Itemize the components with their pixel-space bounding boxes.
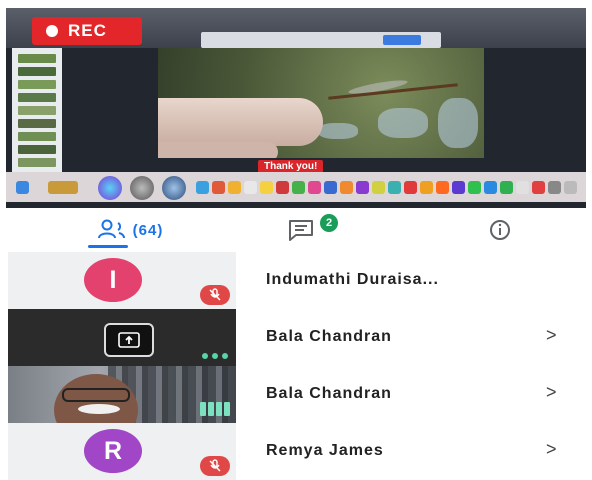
chevron-right-icon[interactable]: >: [546, 382, 557, 403]
record-dot-icon: [46, 25, 58, 37]
participant-tile: R: [8, 423, 236, 480]
participant-row[interactable]: I Indumathi Duraisa...: [0, 252, 592, 309]
avatar: R: [84, 429, 142, 473]
participant-tile: I: [8, 252, 236, 309]
chevron-right-icon[interactable]: >: [546, 325, 557, 346]
slide-image: [158, 48, 484, 158]
participant-count: (64): [132, 221, 164, 239]
tab-info[interactable]: [460, 208, 540, 252]
presenter-toolbar: [201, 32, 441, 48]
mic-off-icon: [200, 285, 230, 305]
recording-label: REC: [68, 21, 107, 40]
participant-row[interactable]: R Remya James >: [0, 423, 592, 480]
participant-row[interactable]: Bala Chandran >: [0, 366, 592, 423]
chevron-right-icon[interactable]: >: [546, 439, 557, 460]
participant-name: Bala Chandran: [266, 328, 392, 345]
participant-video: [8, 366, 236, 423]
participant-tile: [8, 309, 236, 366]
participant-name: Remya James: [266, 442, 384, 459]
presenter-dock: [6, 172, 586, 202]
audio-level-icon: [200, 402, 230, 416]
mic-off-icon: [200, 456, 230, 476]
people-icon: [97, 219, 125, 239]
participant-row[interactable]: Bala Chandran >: [0, 309, 592, 366]
avatar: I: [84, 258, 142, 302]
presenting-icon: [104, 323, 154, 357]
participant-list: I Indumathi Duraisa... Bala Chandran > B…: [0, 252, 592, 480]
more-options-icon[interactable]: [202, 353, 228, 359]
participant-name: Bala Chandran: [266, 385, 392, 402]
participant-name: Indumathi Duraisa...: [266, 271, 439, 288]
tab-people[interactable]: (64): [60, 208, 200, 252]
info-icon: [490, 220, 510, 240]
recording-badge: REC: [32, 17, 142, 45]
slide-thumbnails: [12, 48, 62, 176]
chat-unread-badge: 2: [320, 214, 338, 232]
active-tab-indicator: [88, 245, 128, 248]
chat-icon: [289, 220, 313, 241]
